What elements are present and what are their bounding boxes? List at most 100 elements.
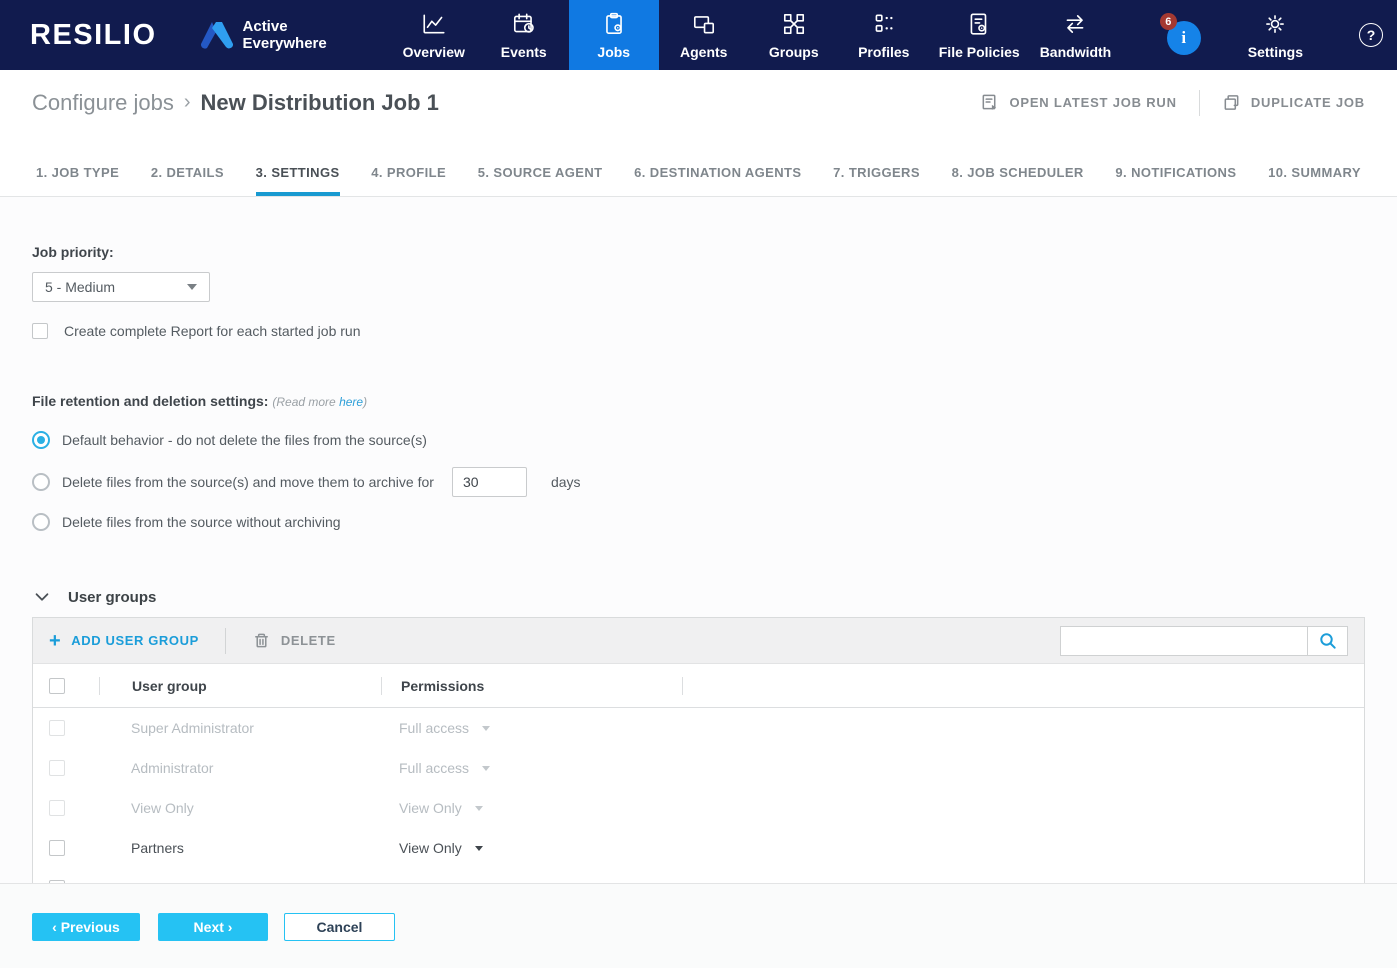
navbar-right: 6 i Settings ? [1164, 0, 1397, 70]
create-report-checkbox[interactable] [32, 323, 48, 339]
read-more-suffix: ) [363, 395, 367, 409]
nav-label: Overview [403, 44, 465, 60]
retention-label: File retention and deletion settings: [32, 393, 268, 409]
table-header: User group Permissions [33, 664, 1364, 708]
wizard-tabs: 1. JOB TYPE 2. DETAILS 3. SETTINGS 4. PR… [0, 135, 1397, 197]
line-chart-icon [421, 11, 447, 37]
job-priority-select[interactable]: 5 - Medium [32, 272, 210, 302]
tab-destination-agents[interactable]: 6. DESTINATION AGENTS [634, 165, 801, 196]
create-report-row: Create complete Report for each started … [32, 323, 1365, 339]
gear-icon [1262, 11, 1288, 37]
nav-item-bandwidth[interactable]: Bandwidth [1030, 0, 1122, 70]
permission-value: Full access [399, 760, 469, 776]
read-more-note: (Read more here) [272, 395, 367, 409]
nav-item-profiles[interactable]: Profiles [839, 0, 929, 70]
row-checkbox[interactable] [49, 840, 65, 856]
notifications-button[interactable]: 6 i [1164, 13, 1204, 57]
top-navbar: RESILIO Active Everywhere Overview [0, 0, 1397, 70]
permission-dropdown[interactable]: View Only [399, 840, 483, 856]
read-more-link[interactable]: here [339, 395, 363, 409]
settings-content: Job priority: 5 - Medium Create complete… [0, 197, 1397, 883]
clipboard-gear-icon [601, 11, 627, 37]
retention-heading: File retention and deletion settings: (R… [32, 393, 1365, 409]
job-priority-label: Job priority: [32, 244, 1365, 260]
next-button[interactable]: Next › [158, 913, 268, 941]
tab-job-type[interactable]: 1. JOB TYPE [36, 165, 119, 196]
page-header: Configure jobs › New Distribution Job 1 … [0, 70, 1397, 135]
nav-item-file-policies[interactable]: File Policies [929, 0, 1030, 70]
chevron-down-icon [482, 726, 490, 731]
read-more-prefix: (Read more [272, 395, 339, 409]
nav-item-events[interactable]: Events [479, 0, 569, 70]
trash-icon [252, 631, 271, 650]
help-icon[interactable]: ? [1359, 23, 1383, 47]
nav-item-groups[interactable]: Groups [749, 0, 839, 70]
retention-option-default: Default behavior - do not delete the fil… [32, 431, 1365, 449]
select-all-checkbox[interactable] [49, 678, 65, 694]
plus-icon: + [49, 633, 61, 649]
user-group-name: Administrator [99, 760, 380, 776]
list-squares-icon [871, 11, 897, 37]
nav-item-jobs[interactable]: Jobs [569, 0, 659, 70]
main-menu: Overview Events Jobs Agents [389, 0, 1121, 70]
breadcrumb-chevron-icon: › [184, 91, 191, 114]
permission-value: View Only [399, 800, 462, 816]
delete-user-group-button[interactable]: DELETE [252, 631, 336, 650]
tab-job-scheduler[interactable]: 8. JOB SCHEDULER [952, 165, 1084, 196]
column-header-permissions: Permissions [382, 678, 682, 694]
create-report-label: Create complete Report for each started … [64, 323, 361, 339]
nav-item-agents[interactable]: Agents [659, 0, 749, 70]
page-title: New Distribution Job 1 [201, 90, 439, 116]
tab-notifications[interactable]: 9. NOTIFICATIONS [1115, 165, 1236, 196]
cancel-button[interactable]: Cancel [284, 913, 395, 941]
nav-item-overview[interactable]: Overview [389, 0, 479, 70]
document-play-icon [980, 93, 999, 112]
retention-no-archive-label: Delete files from the source without arc… [62, 514, 341, 530]
duplicate-job-label: DUPLICATE JOB [1251, 95, 1365, 110]
open-latest-job-run-label: OPEN LATEST JOB RUN [1009, 95, 1176, 110]
nav-label: Settings [1248, 44, 1303, 60]
divider [1199, 90, 1200, 116]
tab-profile[interactable]: 4. PROFILE [371, 165, 446, 196]
tab-source-agent[interactable]: 5. SOURCE AGENT [478, 165, 603, 196]
nav-label: Bandwidth [1040, 44, 1112, 60]
user-group-name: Super Administrator [99, 720, 380, 736]
retention-archive-radio[interactable] [32, 473, 50, 491]
permission-value: Full access [399, 720, 469, 736]
add-user-group-label: ADD USER GROUP [71, 633, 199, 648]
user-group-name: Partners [99, 840, 380, 856]
previous-button[interactable]: ‹ Previous [32, 913, 140, 941]
product-name: Active Everywhere [243, 18, 327, 52]
notification-badge: 6 [1160, 13, 1177, 30]
active-everywhere-glyph-icon [199, 20, 233, 50]
retention-default-radio[interactable] [32, 431, 50, 449]
chevron-down-icon [475, 806, 483, 811]
tab-settings[interactable]: 3. SETTINGS [256, 165, 340, 196]
duplicate-job-button[interactable]: DUPLICATE JOB [1222, 93, 1365, 112]
retention-no-archive-radio[interactable] [32, 513, 50, 531]
tab-details[interactable]: 2. DETAILS [151, 165, 224, 196]
permission-dropdown: Full access [399, 720, 490, 736]
add-user-group-button[interactable]: + ADD USER GROUP [49, 633, 199, 649]
header-actions: OPEN LATEST JOB RUN DUPLICATE JOB [980, 90, 1365, 116]
collapse-chevron-icon[interactable] [32, 587, 52, 607]
breadcrumb-configure-jobs[interactable]: Configure jobs [32, 90, 174, 116]
table-row: View Only View Only [33, 788, 1364, 828]
search-button[interactable] [1307, 627, 1347, 655]
user-group-search-input[interactable] [1061, 627, 1307, 655]
nav-label: Agents [680, 44, 727, 60]
row-checkbox [49, 760, 65, 776]
nav-label: Events [501, 44, 547, 60]
chevron-down-icon [482, 766, 490, 771]
nav-item-settings[interactable]: Settings [1238, 11, 1313, 60]
nav-label: Jobs [597, 44, 630, 60]
resilio-logo: RESILIO [30, 19, 157, 52]
table-row: Howdy Partner View Only [33, 868, 1364, 883]
tab-triggers[interactable]: 7. TRIGGERS [833, 165, 920, 196]
tab-summary[interactable]: 10. SUMMARY [1268, 165, 1361, 196]
delete-label: DELETE [281, 633, 336, 648]
open-latest-job-run-button[interactable]: OPEN LATEST JOB RUN [980, 93, 1176, 112]
job-priority-value: 5 - Medium [45, 279, 115, 295]
archive-days-input[interactable] [452, 467, 527, 497]
divider [225, 628, 226, 654]
